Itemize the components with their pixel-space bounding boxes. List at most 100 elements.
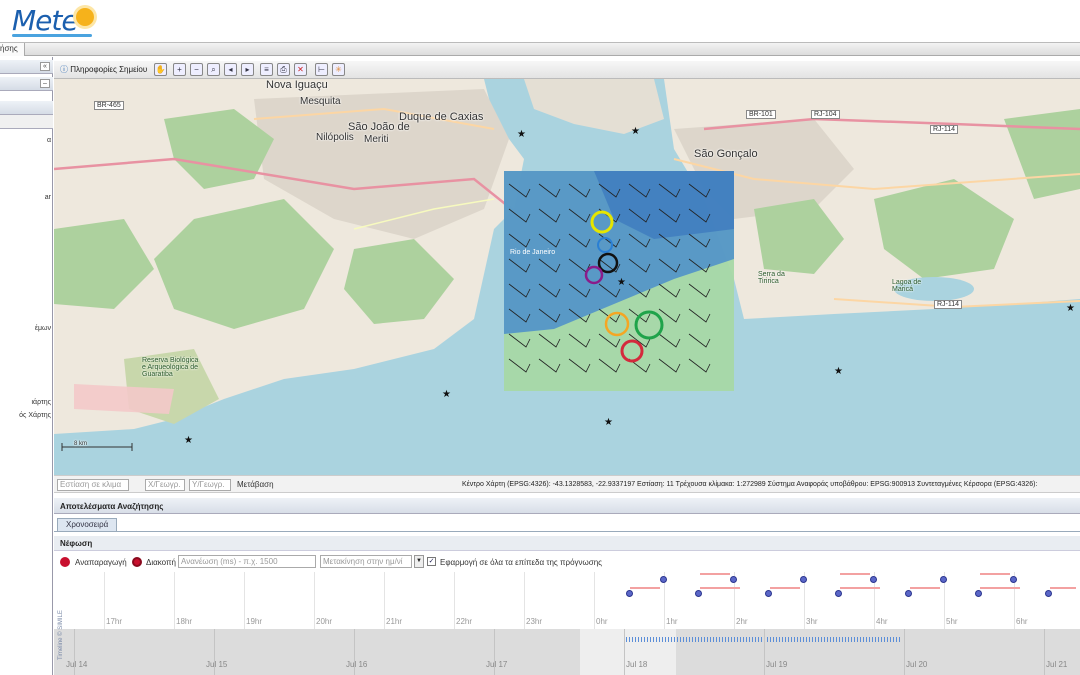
map-status-text: Κέντρο Χάρτη (EPSG:4326): -43.1328583, -… xyxy=(462,481,1038,488)
logo-sun-icon xyxy=(76,8,94,26)
road-shield: RJ-114 xyxy=(934,300,963,309)
map-label: São Gonçalo xyxy=(694,148,758,160)
timeline-bar xyxy=(840,587,880,589)
main-tab-bar: ήσης xyxy=(0,42,1080,56)
timeline-event[interactable] xyxy=(800,576,807,583)
results-title: Αποτελέσματα Αναζήτησης xyxy=(54,498,1080,514)
move-to-date-input[interactable]: Μετακίνηση στην ημ/νί xyxy=(320,555,412,568)
play-button[interactable]: Αναπαραγωγή xyxy=(75,558,127,567)
map-status-bar: Εστίαση σε κλιμα X/Γεωγρ. Y/Γεωγρ. Μετάβ… xyxy=(54,475,1080,493)
timeline-bar xyxy=(910,587,940,589)
timeline-day: Jul 21 xyxy=(1046,660,1068,669)
refresh-interval-input[interactable]: Ανανέωση (ms) - π.χ. 1500 xyxy=(178,555,316,568)
measure-icon[interactable]: ⊢ xyxy=(315,63,328,76)
timeline-event[interactable] xyxy=(626,590,633,597)
settings-icon[interactable]: ✳ xyxy=(332,63,345,76)
svg-text:★: ★ xyxy=(631,126,640,137)
timeline-day: Jul 17 xyxy=(486,660,508,669)
timeline-event[interactable] xyxy=(660,576,667,583)
timeline-hour: 0hr xyxy=(596,617,608,626)
clear-icon[interactable]: ✕ xyxy=(294,63,307,76)
svg-text:★: ★ xyxy=(442,389,451,400)
zoom-previous-icon[interactable]: ◂ xyxy=(224,63,237,76)
timeline-day: Jul 14 xyxy=(66,660,88,669)
map-label: Nova Iguaçu xyxy=(266,79,328,91)
sidebar-subheader: – xyxy=(0,77,53,91)
results-panel: Αποτελέσματα Αναζήτησης Χρονοσειρά Νέφωσ… xyxy=(54,498,1080,675)
stop-icon[interactable] xyxy=(132,557,142,567)
tab-timeseries[interactable]: Χρονοσειρά xyxy=(57,518,118,531)
timeline-event[interactable] xyxy=(905,590,912,597)
tab-divider xyxy=(54,531,1080,532)
timeline-event[interactable] xyxy=(835,590,842,597)
timeline-event[interactable] xyxy=(730,576,737,583)
road-shield: BR-101 xyxy=(746,110,776,119)
apply-all-checkbox[interactable]: ✓ xyxy=(427,557,436,566)
sidebar-item[interactable]: α xyxy=(47,137,51,144)
map-label: Serra da Tiririca xyxy=(758,271,785,285)
road-shield: BR-465 xyxy=(94,101,124,110)
point-info-label: Πληροφορίες Σημείου xyxy=(70,65,148,74)
timeline-hour: 19hr xyxy=(246,617,263,626)
tab-main[interactable]: ήσης xyxy=(0,43,25,56)
app-header: Mete xyxy=(0,0,1080,42)
section-title: Νέφωση xyxy=(54,536,1080,551)
scale-label: 8 km xyxy=(74,441,88,447)
play-icon[interactable] xyxy=(60,557,70,567)
zoom-extent-icon[interactable]: ⌕ xyxy=(207,63,220,76)
sidebar-section-header xyxy=(0,101,53,115)
point-info-button[interactable]: ⓘ Πληροφορίες Σημείου xyxy=(60,64,147,75)
minimize-panel-button[interactable]: – xyxy=(40,79,50,88)
x-coordinate-input[interactable]: X/Γεωγρ. xyxy=(145,479,185,491)
zoom-to-scale-input[interactable]: Εστίαση σε κλιμα xyxy=(57,479,129,491)
timeline-event[interactable] xyxy=(975,590,982,597)
timeline-bar xyxy=(980,573,1010,575)
zoom-in-icon[interactable]: + xyxy=(173,63,186,76)
road-shield: RJ-114 xyxy=(930,125,959,134)
pan-icon[interactable]: ✋ xyxy=(154,63,167,76)
timeline-day: Jul 19 xyxy=(766,660,788,669)
timeline-event[interactable] xyxy=(940,576,947,583)
svg-text:★: ★ xyxy=(1066,303,1075,314)
timeline-hour: 1hr xyxy=(666,617,678,626)
stop-button[interactable]: Διακοπή xyxy=(146,558,176,567)
svg-text:★: ★ xyxy=(834,366,843,377)
map-label: São João de xyxy=(348,121,410,133)
map-view[interactable]: ★ ★ ★ ★ ★ ★ ★ ★ Nova Iguaçu Mesquita Duq… xyxy=(54,79,1080,475)
sidebar-item[interactable]: έμων xyxy=(35,325,51,332)
apply-all-label: Εφαρμογή σε όλα τα επίπεδα της πρόγνωσης xyxy=(440,558,603,567)
collapse-sidebar-button[interactable]: « xyxy=(40,62,50,71)
sidebar-item[interactable]: ar xyxy=(45,194,51,201)
timeline-bar xyxy=(1050,587,1076,589)
timeline-event[interactable] xyxy=(765,590,772,597)
timeline-bar xyxy=(980,587,1020,589)
timeline-hour: 5hr xyxy=(946,617,958,626)
print-icon[interactable]: ⎙ xyxy=(277,63,290,76)
timeline-bar xyxy=(700,573,730,575)
zoom-out-icon[interactable]: − xyxy=(190,63,203,76)
timeline-event[interactable] xyxy=(1045,590,1052,597)
info-icon: ⓘ xyxy=(60,65,68,74)
y-coordinate-input[interactable]: Y/Γεωγρ. xyxy=(189,479,231,491)
sidebar: « – α ar έμων ιάρτης ός Χάρτης xyxy=(0,57,53,675)
timeline-event[interactable] xyxy=(1010,576,1017,583)
timeline-bar xyxy=(630,587,660,589)
map-label: Reserva Biológica e Arqueológica de Guar… xyxy=(142,357,199,378)
timeline-event[interactable] xyxy=(695,590,702,597)
timeline-hour: 17hr xyxy=(106,617,123,626)
zoom-next-icon[interactable]: ▸ xyxy=(241,63,254,76)
timeline-day: Jul 18 xyxy=(626,660,648,669)
svg-text:★: ★ xyxy=(184,435,193,446)
layers-icon[interactable]: ≡ xyxy=(260,63,273,76)
map-toolbar: ⓘ Πληροφορίες Σημείου ✋ + − ⌕ ◂ ▸ ≡ ⎙ ✕ … xyxy=(54,61,1080,79)
chevron-down-icon[interactable]: ▼ xyxy=(414,555,424,568)
timeline-event[interactable] xyxy=(870,576,877,583)
map-label: Lagoa de Maricá xyxy=(892,279,922,293)
map-canvas: ★ ★ ★ ★ ★ ★ ★ ★ xyxy=(54,79,1080,451)
go-button[interactable]: Μετάβαση xyxy=(237,480,274,489)
sidebar-item[interactable]: ός Χάρτης xyxy=(19,412,51,419)
timeline-hour: 22hr xyxy=(456,617,473,626)
svg-text:★: ★ xyxy=(604,417,613,428)
timeline[interactable]: Timeline © SIMILE 17hr 18hr 19hr 20hr 21… xyxy=(54,572,1080,675)
sidebar-item[interactable]: ιάρτης xyxy=(31,399,51,406)
